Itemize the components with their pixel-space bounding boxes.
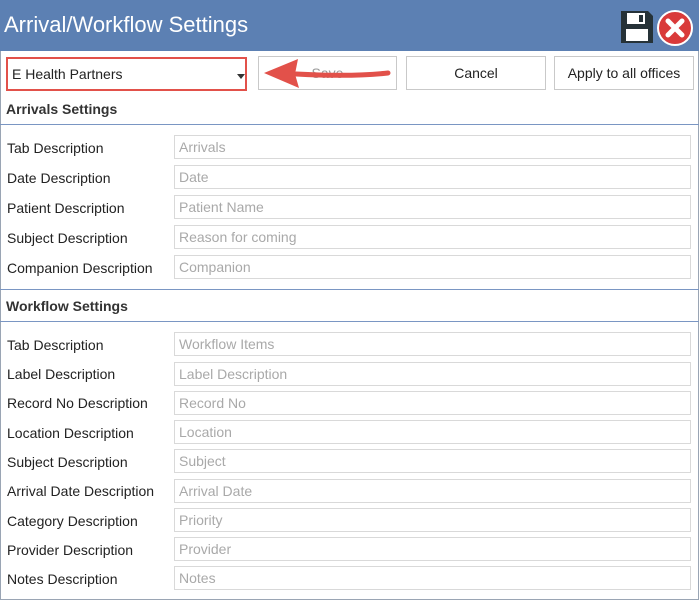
close-icon[interactable]	[656, 9, 694, 47]
workflow-notes-description-label: Notes Description	[7, 571, 118, 587]
workflow-arrival-date-description-label: Arrival Date Description	[7, 483, 155, 499]
arrivals-date-description-label: Date Description	[7, 170, 111, 186]
window-title: Arrival/Workflow Settings	[4, 12, 249, 37]
office-dropdown[interactable]: E Health Partners	[6, 57, 247, 91]
section-title-arrivals: Arrivals Settings	[6, 101, 118, 117]
title-bar: Arrival/Workflow Settings	[0, 0, 699, 51]
apply-to-all-offices-button[interactable]: Apply to all offices	[554, 56, 694, 90]
chevron-down-icon	[237, 74, 245, 79]
workflow-subject-description-input[interactable]	[174, 449, 691, 473]
arrivals-companion-description-input[interactable]	[174, 255, 691, 279]
workflow-label-description-input[interactable]	[174, 362, 691, 386]
cancel-button[interactable]: Cancel	[406, 56, 546, 90]
workflow-provider-description-label: Provider Description	[7, 542, 134, 558]
arrivals-tab-description-label: Tab Description	[7, 140, 104, 156]
workflow-notes-description-input[interactable]	[174, 566, 691, 590]
workflow-subject-description-label: Subject Description	[7, 454, 128, 470]
arrivals-tab-description-input[interactable]	[174, 135, 691, 159]
section-divider	[0, 321, 699, 322]
workflow-record-no-description-input[interactable]	[174, 391, 691, 415]
arrivals-subject-description-label: Subject Description	[7, 230, 128, 246]
annotation-arrow-icon	[264, 59, 391, 88]
floppy-disk-icon[interactable]	[619, 9, 655, 45]
workflow-provider-description-input[interactable]	[174, 537, 691, 561]
workflow-location-description-input[interactable]	[174, 420, 691, 444]
workflow-tab-description-input[interactable]	[174, 332, 691, 356]
arrivals-subject-description-input[interactable]	[174, 225, 691, 249]
workflow-label-description-label: Label Description	[7, 366, 116, 382]
arrivals-date-description-input[interactable]	[174, 165, 691, 189]
arrivals-patient-description-label: Patient Description	[7, 200, 125, 216]
arrivals-patient-description-input[interactable]	[174, 195, 691, 219]
workflow-record-no-description-label: Record No Description	[7, 395, 148, 411]
workflow-tab-description-label: Tab Description	[7, 337, 104, 353]
office-dropdown-value: E Health Partners	[12, 66, 123, 82]
section-divider	[0, 124, 699, 125]
arrivals-companion-description-label: Companion Description	[7, 260, 153, 276]
workflow-location-description-label: Location Description	[7, 425, 134, 441]
workflow-category-description-input[interactable]	[174, 508, 691, 532]
section-divider	[0, 289, 699, 290]
section-title-workflow: Workflow Settings	[6, 298, 128, 314]
workflow-arrival-date-description-input[interactable]	[174, 479, 691, 503]
workflow-category-description-label: Category Description	[7, 513, 138, 529]
